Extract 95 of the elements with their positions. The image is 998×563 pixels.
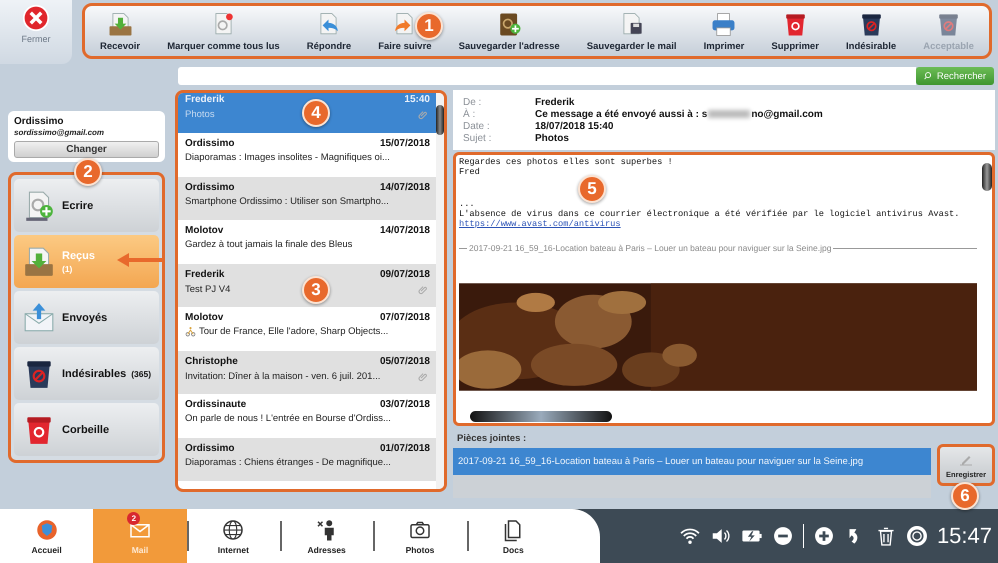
taskbar-app[interactable]: Photos xyxy=(373,509,467,563)
scrollbar-thumb[interactable] xyxy=(470,411,612,422)
toolbar-button[interactable]: Supprimer xyxy=(768,11,822,52)
folder-label: Indésirables xyxy=(62,368,126,380)
header-value: Frederik xyxy=(535,96,574,108)
folder-item[interactable]: Ecrire xyxy=(14,179,159,232)
callout-badge: 6 xyxy=(951,482,979,510)
inbox-arrow-icon xyxy=(22,244,56,278)
toolbar-button[interactable]: Recevoir xyxy=(97,11,144,52)
body-text: Regardes ces photos elles sont superbes ! xyxy=(459,157,674,167)
body-text: L'absence de virus dans ce courrier électronique a été vérifiée par le logiciel antivirus Avast. xyxy=(459,209,960,219)
message-subject: Diaporamas : Images insolites - Magnifiques oi... xyxy=(185,152,390,163)
scrollbar-thumb[interactable] xyxy=(436,105,444,135)
message-subject: Diaporamas : Chiens étranges - De magnifique... xyxy=(185,456,391,468)
scrollbar-thumb[interactable] xyxy=(982,163,992,191)
toolbar-button[interactable]: Indésirable xyxy=(843,11,900,52)
clock-time: 15:47 xyxy=(936,523,992,549)
message-subject: Invitation: Dîner à la maison - ven. 6 juil. 201... xyxy=(185,370,380,382)
message-date: 03/07/2018 xyxy=(380,399,430,410)
header-label: De : xyxy=(463,96,482,108)
plus-circle-icon[interactable] xyxy=(812,525,835,547)
envelope-arrow-icon xyxy=(22,300,56,334)
sender-name: Frederik xyxy=(185,268,224,280)
taskbar-app[interactable]: Mail 2 xyxy=(93,509,187,563)
account-email: sordissimo@gmail.com xyxy=(14,128,106,137)
sender-name: Frederik xyxy=(185,94,224,105)
body-text: ... xyxy=(459,199,476,209)
folder-count: (1) xyxy=(62,264,72,274)
sender-name: Ordissimo xyxy=(185,442,234,454)
header-value: Photos xyxy=(535,132,569,144)
message-date: 14/07/2018 xyxy=(380,225,430,236)
folder-label: Reçus xyxy=(62,250,96,262)
taskbar-app[interactable]: Internet xyxy=(186,509,280,563)
sender-name: Molotov xyxy=(185,312,224,323)
attachments-label: Pièces jointes : xyxy=(457,433,528,444)
message-date: 09/07/2018 xyxy=(380,268,430,280)
account-name: Ordissimo xyxy=(14,116,64,127)
message-date: 07/07/2018 xyxy=(380,312,430,323)
toolbar-button[interactable]: Répondre xyxy=(304,11,354,52)
globe-icon xyxy=(221,518,246,542)
sender-name: Ordissimo xyxy=(185,138,234,149)
folder-label: Envoyés xyxy=(62,312,108,324)
callout-badge: 5 xyxy=(578,175,606,203)
message-subject: Gardez à tout jamais la finale des Bleus xyxy=(185,239,352,250)
folder-item[interactable]: Indésirables (365) xyxy=(14,347,159,400)
toolbar-button[interactable]: Sauvegarder le mail xyxy=(584,11,680,52)
inbox-arrow-icon xyxy=(106,11,134,38)
message-subject: Photos xyxy=(185,109,215,120)
redacted-text xyxy=(708,110,750,118)
change-button[interactable]: Changer xyxy=(14,141,159,158)
message-date: 01/07/2018 xyxy=(380,442,430,454)
logo-icon xyxy=(34,518,59,542)
sender-name: Molotov xyxy=(185,225,224,236)
taskbar-app[interactable]: Adresses xyxy=(280,509,374,563)
lifebuoy-icon[interactable] xyxy=(906,525,928,547)
message-row[interactable]: Christophe 05/07/2018 Invitation: Dîner à la maison - ven. 6 juil. 201... xyxy=(178,350,436,394)
search-field[interactable] xyxy=(178,67,916,85)
taskbar-app[interactable]: Accueil xyxy=(0,509,94,563)
link[interactable]: https://www.avast.com/antivirus xyxy=(459,219,621,229)
minus-circle-icon[interactable] xyxy=(772,525,794,547)
message-row[interactable]: Ordissimo 01/07/2018 Diaporamas : Chiens étranges - De magnifique... xyxy=(178,438,436,481)
callout-badge: 1 xyxy=(415,12,443,40)
folder-item[interactable]: Corbeille xyxy=(14,403,159,456)
taskbar-app[interactable]: Docs xyxy=(466,509,560,563)
message-date: 14/07/2018 xyxy=(380,182,430,192)
header-value: 18/07/2018 15:40 xyxy=(535,120,614,132)
toolbar-button[interactable]: Imprimer xyxy=(700,11,748,52)
header-value: Ce message a été envoyé aussi à : s xyxy=(535,108,708,120)
close-icon xyxy=(22,4,50,32)
attachment-caption: 2017-09-21 16_59_16-Location bateau à Paris – Louer un bateau pour naviguer sur la Seine.jpg xyxy=(469,243,832,253)
message-date: 15/07/2018 xyxy=(380,138,430,149)
search-icon xyxy=(924,71,934,81)
header-label: Sujet : xyxy=(463,132,492,144)
header-value: no@gmail.com xyxy=(751,108,823,120)
header-label: À : xyxy=(463,108,476,120)
folder-item[interactable]: Envoyés xyxy=(14,291,159,344)
sender-name: Christophe xyxy=(185,356,238,366)
message-subject: Smartphone Ordissimo : Utiliser son Smartpho... xyxy=(185,196,389,206)
message-subject: Test PJ V4 xyxy=(185,284,230,294)
folder-label: Corbeille xyxy=(62,424,110,436)
message-date: 05/07/2018 xyxy=(380,356,430,366)
header-label: Date : xyxy=(463,120,491,132)
printer-icon xyxy=(710,11,738,38)
message-subject: On parle de nous ! L'entrée en Bourse d'Ordiss... xyxy=(185,413,391,424)
body-text: Fred xyxy=(459,167,481,177)
folder-label: Ecrire xyxy=(62,200,94,212)
sender-name: Ordissinaute xyxy=(185,399,246,410)
sender-name: Ordissimo xyxy=(185,182,234,192)
message-subject: Tour de France, Elle l'adore, Sharp Objects... xyxy=(199,326,388,337)
message-date: 15:40 xyxy=(404,94,430,105)
toolbar-button[interactable]: Sauvegarder l'adresse xyxy=(456,11,563,52)
toolbar-button[interactable]: Marquer comme tous lus xyxy=(164,11,283,52)
notification-badge: 2 xyxy=(127,512,140,525)
message-row[interactable]: Ordissimo 14/07/2018 Smartphone Ordissimo : Utiliser son Smartpho... xyxy=(178,176,436,220)
folder-count: (365) xyxy=(131,368,152,378)
